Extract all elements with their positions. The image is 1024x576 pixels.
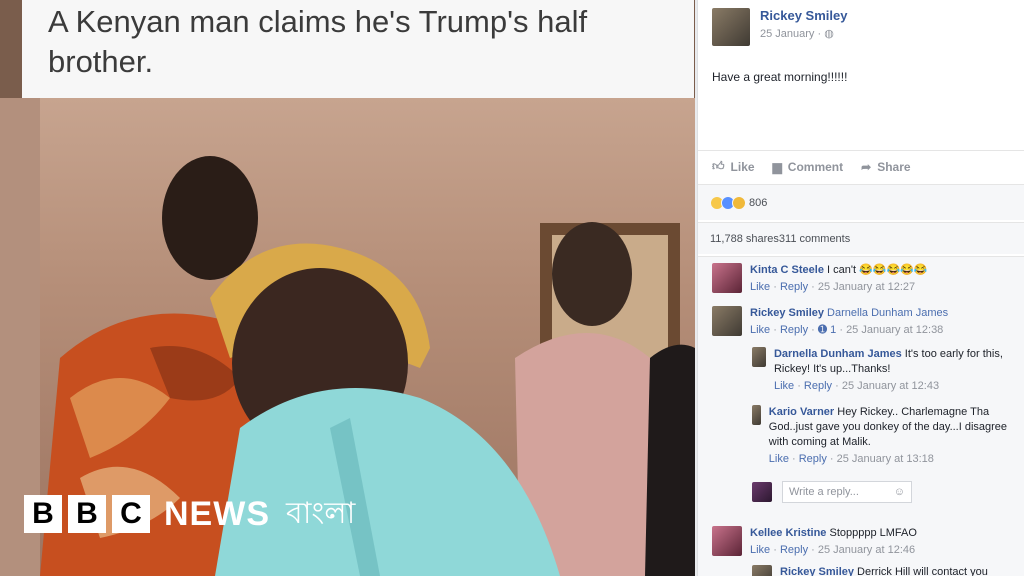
camera-icon[interactable]: ☺ xyxy=(894,486,905,498)
post-date-text: 25 January · xyxy=(760,28,825,40)
post-header: Rickey Smiley 25 January · ◍ xyxy=(712,8,847,46)
comment-author[interactable]: Kinta C Steele xyxy=(750,264,824,276)
person-right-head xyxy=(552,222,632,326)
avatar[interactable] xyxy=(712,306,742,336)
share-icon: ➦ xyxy=(861,159,872,174)
comment-reply-link[interactable]: Reply xyxy=(780,324,808,336)
comment-text: Stoppppp LMFAO xyxy=(826,527,917,539)
post-actions: 👍︎ Like ▆ Comment ➦ Share xyxy=(698,150,1024,182)
comment-time[interactable]: 25 January at 13:18 xyxy=(837,453,934,465)
comment-text: Derrick Hill will contact you xyxy=(854,566,988,576)
facebook-post-panel: Rickey Smiley 25 January · ◍ Have a grea… xyxy=(697,0,1024,576)
post-author[interactable]: Rickey Smiley xyxy=(760,8,847,23)
comment-time[interactable]: 25 January at 12:46 xyxy=(818,544,915,556)
comment-like-link[interactable]: Like xyxy=(750,324,770,336)
comment-reply-link[interactable]: Reply xyxy=(799,453,827,465)
news-image-panel: A Kenyan man claims he's Trump's half br… xyxy=(0,0,695,576)
globe-icon: ◍ xyxy=(824,28,834,40)
comment-author[interactable]: Rickey Smiley xyxy=(750,307,824,319)
comments-section: Kinta C Steele I can't 😂😂😂😂😂 Like · Repl… xyxy=(698,256,1024,576)
comments-count[interactable]: 311 comments xyxy=(779,233,850,245)
comment-reply-link[interactable]: Reply xyxy=(780,281,808,293)
like-label: Like xyxy=(730,159,755,174)
comment-reply-link[interactable]: Reply xyxy=(780,544,808,556)
comment-author[interactable]: Kellee Kristine xyxy=(750,527,826,539)
reply-input[interactable]: Write a reply... ☺ xyxy=(782,481,912,503)
avatar[interactable] xyxy=(752,405,761,425)
share-button[interactable]: ➦ Share xyxy=(861,160,910,174)
share-stats-bar: 11,788 shares 311 comments xyxy=(698,222,1024,254)
comment-time[interactable]: 25 January at 12:38 xyxy=(846,324,943,336)
comment-label: Comment xyxy=(787,159,844,174)
post-text: Have a great morning!!!!!! xyxy=(712,70,848,84)
reactions-bar[interactable]: 806 xyxy=(698,184,1024,220)
comment-time[interactable]: 25 January at 12:43 xyxy=(842,380,939,392)
comment: Kellee Kristine Stoppppp LMFAO Like · Re… xyxy=(712,526,917,558)
avatar[interactable] xyxy=(712,8,750,46)
reply-arrow-icon: ➊ xyxy=(817,324,828,336)
person-far-right xyxy=(645,344,695,576)
avatar[interactable] xyxy=(712,263,742,293)
wow-reaction-icon xyxy=(732,195,746,210)
comment-like-link[interactable]: Like xyxy=(750,544,770,556)
bbc-block-b1: B xyxy=(24,495,62,533)
comment-author[interactable]: Kario Varner xyxy=(769,406,834,418)
avatar xyxy=(752,482,772,502)
post-date[interactable]: 25 January · ◍ xyxy=(760,27,847,40)
write-reply-row: Write a reply... ☺ xyxy=(752,481,912,503)
reaction-count: 806 xyxy=(749,196,768,209)
headline-box: A Kenyan man claims he's Trump's half br… xyxy=(22,0,694,98)
headline-line-2: brother. xyxy=(48,44,154,79)
shares-count[interactable]: 11,788 shares xyxy=(710,233,779,245)
bbc-language-label: বাংলা xyxy=(286,495,356,531)
avatar[interactable] xyxy=(752,347,766,367)
bbc-block-c: C xyxy=(112,495,150,533)
headline-line-1: A Kenyan man claims he's Trump's half xyxy=(48,4,588,39)
reply-placeholder: Write a reply... xyxy=(789,486,859,498)
comment-reply: Darnella Dunham James It's too early for… xyxy=(752,347,1017,394)
share-label: Share xyxy=(877,159,911,174)
person-center-shirt xyxy=(215,388,560,576)
comment-author[interactable]: Rickey Smiley xyxy=(780,566,854,576)
comment-button[interactable]: ▆ Comment xyxy=(773,160,844,174)
comment-author[interactable]: Darnella Dunham James xyxy=(774,348,902,360)
reply-count[interactable]: ➊ 1 xyxy=(818,324,836,336)
comment-reply-link[interactable]: Reply xyxy=(804,380,832,392)
person-left-head xyxy=(162,156,258,280)
comment-icon: ▆ xyxy=(772,159,782,174)
comment-reply: Rickey Smiley Derrick Hill will contact … xyxy=(752,565,1017,576)
comment-like-link[interactable]: Like xyxy=(774,380,794,392)
comment-like-link[interactable]: Like xyxy=(750,281,770,293)
comment: Rickey Smiley Darnella Dunham James Like… xyxy=(712,306,948,338)
comment-time[interactable]: 25 January at 12:27 xyxy=(818,281,915,293)
comment-reply: Kario Varner Hey Rickey.. Charlemagne Th… xyxy=(752,405,1017,467)
reply-count-value: 1 xyxy=(830,324,837,336)
thumbs-up-icon: 👍︎ xyxy=(712,159,725,173)
comment-like-link[interactable]: Like xyxy=(769,453,789,465)
comment-text[interactable]: Darnella Dunham James xyxy=(824,307,948,319)
avatar[interactable] xyxy=(752,565,772,576)
comment: Kinta C Steele I can't 😂😂😂😂😂 Like · Repl… xyxy=(712,263,928,295)
bbc-news-bangla-logo: B B C NEWS বাংলা xyxy=(24,494,355,534)
bbc-news-wordmark: NEWS xyxy=(164,494,270,533)
bbc-block-b2: B xyxy=(68,495,106,533)
comment-text: I can't 😂😂😂😂😂 xyxy=(823,264,928,276)
avatar[interactable] xyxy=(712,526,742,556)
headline: A Kenyan man claims he's Trump's half br… xyxy=(48,2,688,82)
like-button[interactable]: 👍︎ Like xyxy=(712,159,755,174)
